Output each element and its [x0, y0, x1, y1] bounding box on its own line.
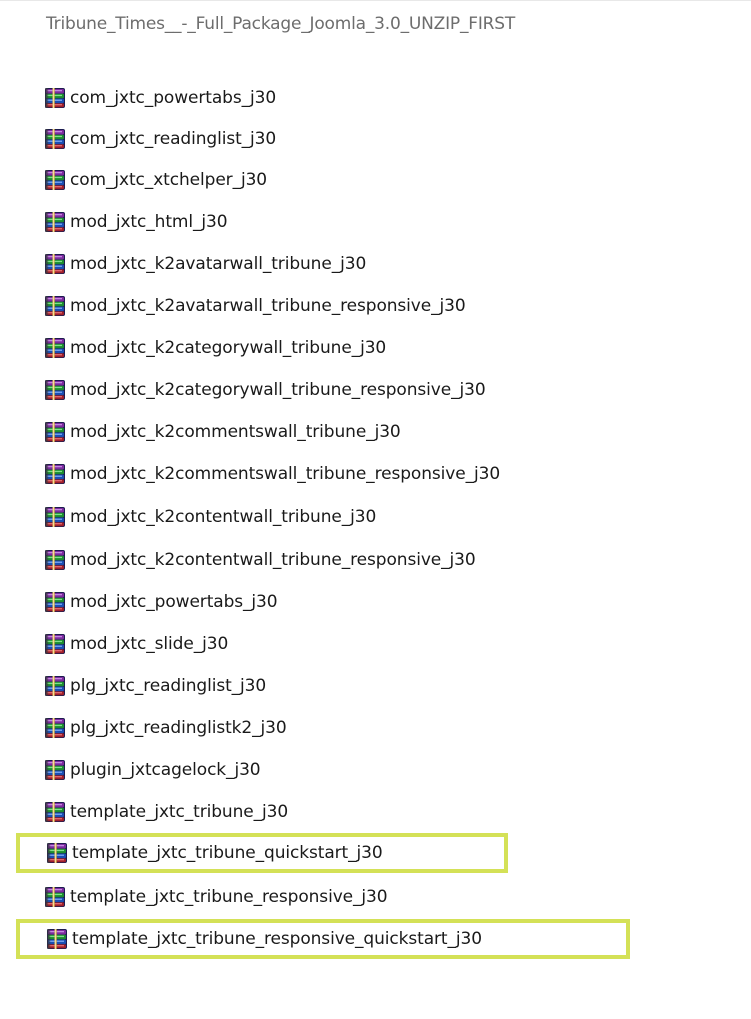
- file-name: template_jxtc_tribune_responsive_j30: [70, 887, 388, 907]
- file-name: mod_jxtc_k2contentwall_tribune_j30: [70, 507, 377, 527]
- file-row-highlighted[interactable]: template_jxtc_tribune_responsive_quickst…: [16, 919, 630, 959]
- winrar-archive-icon: [44, 549, 66, 571]
- winrar-archive-icon: [44, 717, 66, 739]
- winrar-archive-icon: [44, 633, 66, 655]
- file-row-highlighted[interactable]: template_jxtc_tribune_quickstart_j30: [16, 833, 508, 873]
- winrar-archive-icon: [44, 759, 66, 781]
- file-row[interactable]: mod_jxtc_k2avatarwall_tribune_responsive…: [44, 290, 466, 322]
- winrar-archive-icon: [44, 675, 66, 697]
- winrar-archive-icon: [46, 842, 68, 864]
- winrar-archive-icon: [44, 801, 66, 823]
- file-row[interactable]: mod_jxtc_k2contentwall_tribune_j30: [44, 501, 376, 533]
- winrar-archive-icon: [44, 253, 66, 275]
- file-row[interactable]: mod_jxtc_slide_j30: [44, 628, 228, 660]
- file-row[interactable]: mod_jxtc_k2avatarwall_tribune_j30: [44, 248, 366, 280]
- file-name: mod_jxtc_k2commentswall_tribune_responsi…: [70, 464, 501, 484]
- file-row[interactable]: plg_jxtc_readinglistk2_j30: [44, 712, 287, 744]
- file-row[interactable]: mod_jxtc_k2commentswall_tribune_j30: [44, 416, 401, 448]
- winrar-archive-icon: [44, 337, 66, 359]
- winrar-archive-icon: [44, 379, 66, 401]
- file-row[interactable]: mod_jxtc_k2contentwall_tribune_responsiv…: [44, 544, 476, 576]
- file-row[interactable]: com_jxtc_xtchelper_j30: [44, 164, 267, 196]
- file-list: com_jxtc_powertabs_j30 com_jxtc_readingl…: [0, 0, 751, 1019]
- file-name: com_jxtc_powertabs_j30: [70, 88, 277, 108]
- file-name: mod_jxtc_slide_j30: [70, 634, 229, 654]
- file-name: template_jxtc_tribune_responsive_quickst…: [72, 929, 482, 949]
- winrar-archive-icon: [44, 295, 66, 317]
- file-name: template_jxtc_tribune_quickstart_j30: [72, 843, 383, 863]
- file-row[interactable]: mod_jxtc_html_j30: [44, 206, 228, 238]
- file-row[interactable]: mod_jxtc_k2categorywall_tribune_j30: [44, 332, 386, 364]
- winrar-archive-icon: [44, 886, 66, 908]
- winrar-archive-icon: [44, 463, 66, 485]
- file-name: plg_jxtc_readinglist_j30: [70, 676, 267, 696]
- file-row[interactable]: com_jxtc_readinglist_j30: [44, 123, 276, 155]
- winrar-archive-icon: [44, 87, 66, 109]
- file-name: mod_jxtc_k2avatarwall_tribune_responsive…: [70, 296, 466, 316]
- file-name: mod_jxtc_k2categorywall_tribune_j30: [70, 338, 387, 358]
- file-name: plg_jxtc_readinglistk2_j30: [70, 718, 287, 738]
- winrar-archive-icon: [46, 928, 68, 950]
- file-name: mod_jxtc_k2categorywall_tribune_responsi…: [70, 380, 486, 400]
- file-name: template_jxtc_tribune_j30: [70, 802, 289, 822]
- file-row[interactable]: mod_jxtc_powertabs_j30: [44, 586, 278, 618]
- file-name: mod_jxtc_powertabs_j30: [70, 592, 278, 612]
- winrar-archive-icon: [44, 211, 66, 233]
- file-row[interactable]: template_jxtc_tribune_j30: [44, 796, 288, 828]
- file-name: com_jxtc_readinglist_j30: [70, 129, 277, 149]
- file-name: mod_jxtc_k2avatarwall_tribune_j30: [70, 254, 367, 274]
- winrar-archive-icon: [44, 591, 66, 613]
- winrar-archive-icon: [44, 506, 66, 528]
- winrar-archive-icon: [44, 169, 66, 191]
- file-name: plugin_jxtcagelock_j30: [70, 760, 261, 780]
- file-name: mod_jxtc_k2commentswall_tribune_j30: [70, 422, 401, 442]
- file-row[interactable]: plg_jxtc_readinglist_j30: [44, 670, 266, 702]
- file-row[interactable]: template_jxtc_tribune_responsive_j30: [44, 881, 388, 913]
- file-row[interactable]: plugin_jxtcagelock_j30: [44, 754, 261, 786]
- winrar-archive-icon: [44, 128, 66, 150]
- file-row[interactable]: com_jxtc_powertabs_j30: [44, 82, 276, 114]
- file-row[interactable]: mod_jxtc_k2categorywall_tribune_responsi…: [44, 374, 486, 406]
- file-row[interactable]: mod_jxtc_k2commentswall_tribune_responsi…: [44, 458, 500, 490]
- winrar-archive-icon: [44, 421, 66, 443]
- file-name: mod_jxtc_html_j30: [70, 212, 228, 232]
- file-name: com_jxtc_xtchelper_j30: [70, 170, 268, 190]
- file-name: mod_jxtc_k2contentwall_tribune_responsiv…: [70, 550, 476, 570]
